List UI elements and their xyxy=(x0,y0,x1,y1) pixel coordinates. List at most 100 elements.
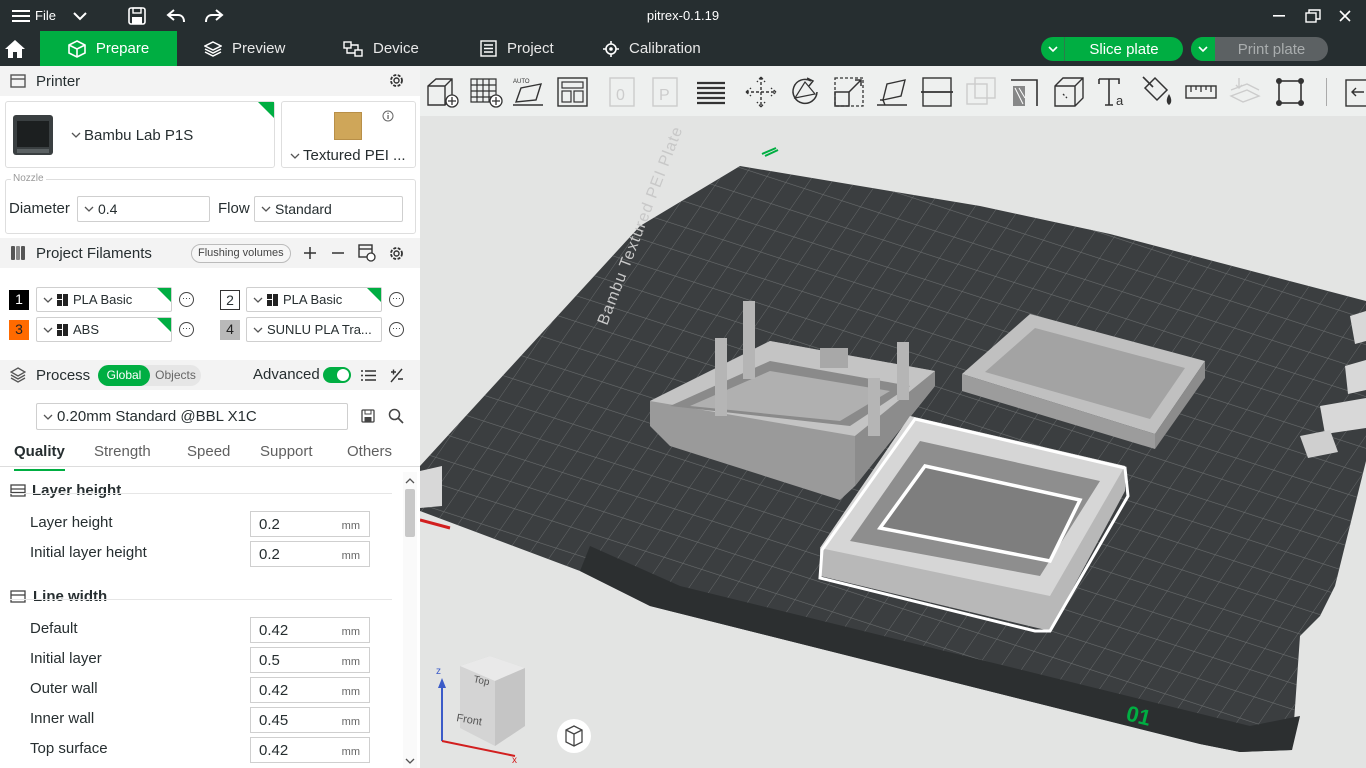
split-objects-icon[interactable]: 0 xyxy=(606,74,642,110)
global-toggle-option[interactable]: Global xyxy=(98,365,150,386)
advanced-toggle[interactable] xyxy=(323,367,351,383)
filament-2-name: PLA Basic xyxy=(283,292,343,307)
move-icon[interactable] xyxy=(743,74,779,110)
printer-thumbnail-icon xyxy=(13,115,53,155)
filaments-section-title: Project Filaments xyxy=(36,244,152,262)
filament-3-select[interactable]: ABS xyxy=(36,317,172,342)
filament-4-number[interactable]: 4 xyxy=(220,320,240,340)
redo-icon[interactable] xyxy=(204,0,224,31)
percent-compare-icon[interactable] xyxy=(389,368,404,383)
process-preset-name: 0.20mm Standard @BBL X1C xyxy=(57,408,257,425)
global-objects-toggle[interactable]: Global Objects xyxy=(98,365,201,386)
inner-wall-value: 0.45 xyxy=(259,711,289,729)
flushing-volumes-button[interactable]: Flushing volumes xyxy=(191,244,291,263)
more-options-icon[interactable]: ··· xyxy=(179,292,194,307)
initial-layer-height-input[interactable]: 0.2 mm xyxy=(250,541,370,567)
rotate-icon[interactable] xyxy=(787,74,823,110)
home-button[interactable] xyxy=(0,31,40,66)
tab-calibration[interactable]: Calibration xyxy=(603,31,701,66)
add-plate-icon[interactable] xyxy=(468,74,504,110)
print-plate-button[interactable]: Print plate xyxy=(1191,37,1328,61)
plate-type-card[interactable]: Textured PEI ... xyxy=(281,101,416,168)
print-dropdown-chevron-icon[interactable] xyxy=(1191,37,1215,61)
lay-on-face-icon[interactable] xyxy=(875,74,911,110)
slice-dropdown-chevron-icon[interactable] xyxy=(1041,37,1065,61)
reset-view-button[interactable] xyxy=(557,719,591,753)
3d-viewport[interactable]: Bambu Textured PEI Plate 01 Top Front z … xyxy=(420,116,1366,768)
file-menu-button[interactable]: File xyxy=(12,0,56,31)
filament-2-select[interactable]: PLA Basic xyxy=(246,287,382,312)
minimize-icon[interactable] xyxy=(1273,0,1285,31)
main-tab-bar: Prepare Preview Device Project Calibrati… xyxy=(0,31,1366,66)
sync-filament-icon[interactable] xyxy=(358,244,376,262)
settings-scrollbar[interactable] xyxy=(403,472,417,768)
flow-value: Standard xyxy=(275,201,332,217)
add-icon[interactable] xyxy=(303,246,317,260)
tab-project[interactable]: Project xyxy=(480,31,554,66)
tab-preview[interactable]: Preview xyxy=(204,31,285,66)
support-painting-icon[interactable] xyxy=(1007,74,1043,110)
scroll-down-icon[interactable] xyxy=(403,756,417,766)
filament-1-select[interactable]: PLA Basic xyxy=(36,287,172,312)
scroll-up-icon[interactable] xyxy=(403,476,417,486)
remove-icon[interactable] xyxy=(331,246,345,260)
inner-wall-label: Inner wall xyxy=(30,710,95,727)
arrange-icon[interactable] xyxy=(555,74,591,110)
assembly-icon[interactable] xyxy=(1227,74,1263,110)
slice-plate-button[interactable]: Slice plate xyxy=(1041,37,1183,61)
initial-layer-line-width-input[interactable]: 0.5 mm xyxy=(250,647,370,673)
build-plate-scene[interactable]: Bambu Textured PEI Plate 01 Top Front z … xyxy=(420,116,1366,768)
color-painting-icon[interactable] xyxy=(1139,74,1175,110)
list-icon[interactable] xyxy=(361,369,376,382)
more-options-icon[interactable]: ··· xyxy=(389,292,404,307)
gear-icon[interactable] xyxy=(388,72,405,89)
objects-toggle-option[interactable]: Objects xyxy=(150,365,201,386)
measure-icon[interactable] xyxy=(1183,74,1219,110)
printer-preset-card[interactable]: Bambu Lab P1S xyxy=(5,101,275,168)
gear-icon[interactable] xyxy=(388,245,405,262)
close-icon[interactable] xyxy=(1339,0,1351,31)
text-tool-icon[interactable]: a xyxy=(1095,74,1131,110)
split-parts-icon[interactable]: P xyxy=(649,74,685,110)
unit-label: mm xyxy=(341,746,360,758)
diameter-select[interactable]: 0.4 xyxy=(77,196,210,222)
settings-sidebar: Printer Bambu Lab P1S Textured PEI ... N… xyxy=(0,66,420,768)
search-icon[interactable] xyxy=(388,408,404,424)
tab-prepare[interactable]: Prepare xyxy=(40,31,177,66)
chevron-down-icon[interactable] xyxy=(73,0,87,31)
cut-icon[interactable] xyxy=(919,74,955,110)
save-icon[interactable] xyxy=(128,0,146,31)
seam-painting-icon[interactable] xyxy=(1051,74,1087,110)
undo-icon[interactable] xyxy=(166,0,186,31)
filament-2-number[interactable]: 2 xyxy=(220,290,240,310)
auto-orient-icon[interactable]: AUTO xyxy=(511,74,547,110)
process-section-header: Process Global Objects Advanced xyxy=(0,360,420,390)
filament-3-number[interactable]: 3 xyxy=(9,320,29,340)
process-preset-select[interactable]: 0.20mm Standard @BBL X1C xyxy=(36,403,348,430)
inner-wall-input[interactable]: 0.45 mm xyxy=(250,707,370,733)
home-icon xyxy=(5,39,25,58)
add-object-icon[interactable] xyxy=(424,74,460,110)
info-icon[interactable] xyxy=(382,110,394,122)
top-surface-input[interactable]: 0.42 mm xyxy=(250,737,370,763)
filament-4-select[interactable]: SUNLU PLA Tra... xyxy=(246,317,382,342)
tab-device[interactable]: Device xyxy=(343,31,419,66)
view-cube[interactable]: Top Front xyxy=(455,656,525,746)
scrollbar-thumb[interactable] xyxy=(405,489,415,537)
restore-icon[interactable] xyxy=(1305,0,1321,31)
more-options-icon[interactable]: ··· xyxy=(179,322,194,337)
fit-view-icon[interactable] xyxy=(1272,74,1308,110)
layers-editing-icon[interactable] xyxy=(693,74,729,110)
scale-icon[interactable] xyxy=(831,74,867,110)
more-options-icon[interactable]: ··· xyxy=(389,322,404,337)
default-line-width-input[interactable]: 0.42 mm xyxy=(250,617,370,643)
flow-select[interactable]: Standard xyxy=(254,196,403,222)
return-icon[interactable] xyxy=(1338,74,1366,110)
plate-settings-icon[interactable] xyxy=(1345,360,1366,394)
layer-height-input[interactable]: 0.2 mm xyxy=(250,511,370,537)
tab-device-label: Device xyxy=(373,40,419,57)
outer-wall-input[interactable]: 0.42 mm xyxy=(250,677,370,703)
boolean-icon[interactable] xyxy=(963,74,999,110)
filament-1-number[interactable]: 1 xyxy=(9,290,29,310)
save-preset-icon[interactable] xyxy=(361,409,375,423)
